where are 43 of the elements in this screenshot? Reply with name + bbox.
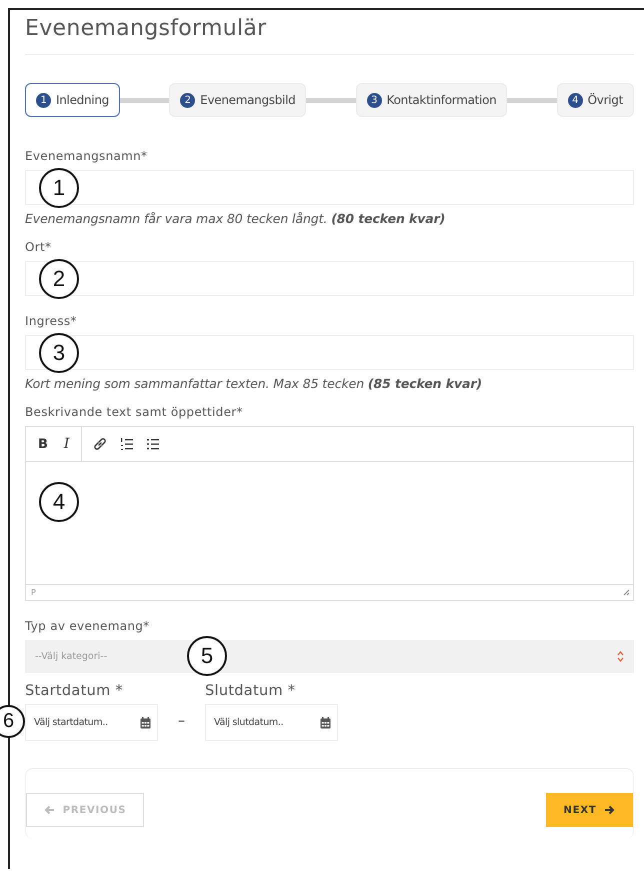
field-label: Ort*	[25, 240, 52, 254]
help-text: Kort mening som sammanfattar texten. Max 85 tecken (85 tecken kvar)	[25, 376, 483, 391]
step-tab[interactable]: 1 Inledning	[25, 83, 120, 117]
numbered-list-icon[interactable]	[120, 437, 134, 451]
step-tab[interactable]: 2 Evenemangsbild	[169, 83, 306, 117]
select-placeholder: --Välj kategori--	[35, 651, 108, 662]
link-icon[interactable]	[92, 436, 108, 452]
next-button[interactable]: NEXT	[546, 793, 633, 827]
arrow-right-icon	[604, 805, 616, 815]
element-path: P	[31, 588, 36, 597]
help-text: Evenemangsnamn får vara max 80 tecken långt. (80 tecken kvar)	[25, 211, 446, 226]
end-date-field[interactable]: Välj slutdatum..	[205, 704, 338, 741]
date-separator: –	[177, 713, 186, 729]
step-number: 2	[180, 92, 196, 108]
callout-number: 4	[39, 482, 79, 522]
date-placeholder: Välj slutdatum..	[214, 717, 284, 728]
date-label: Startdatum *	[25, 683, 124, 699]
dropdown-arrows-icon[interactable]	[617, 651, 624, 662]
bullet-list-icon[interactable]	[146, 437, 160, 451]
bold-button[interactable]: B	[36, 436, 50, 452]
step-number: 4	[568, 92, 583, 108]
date-placeholder: Välj startdatum..	[34, 717, 108, 728]
text-input[interactable]	[25, 170, 634, 205]
italic-button[interactable]: I	[62, 436, 72, 452]
field-label: Ingress*	[25, 314, 78, 328]
step-number: 3	[366, 92, 382, 108]
step-tab[interactable]: 3 Kontaktinformation	[356, 83, 508, 117]
calendar-icon[interactable]	[320, 716, 331, 728]
field-label: Evenemangsnamn*	[25, 149, 148, 163]
callout-number: 5	[187, 636, 227, 676]
text-input[interactable]	[25, 335, 634, 370]
step-number: 1	[36, 92, 51, 108]
field-label: Typ av evenemang*	[25, 619, 150, 633]
date-label: Slutdatum *	[205, 683, 296, 699]
start-date-field[interactable]: Välj startdatum..	[25, 704, 158, 741]
step-tab[interactable]: 4 Övrigt	[556, 83, 634, 117]
callout-number: 6	[0, 705, 25, 738]
arrow-left-icon	[44, 805, 55, 815]
page-title: Evenemangsformulär	[25, 16, 634, 55]
text-input[interactable]	[25, 261, 634, 296]
calendar-icon[interactable]	[140, 716, 151, 728]
field-label: Beskrivande text samt öppettider*	[25, 405, 244, 419]
resize-handle-icon[interactable]	[623, 589, 630, 596]
